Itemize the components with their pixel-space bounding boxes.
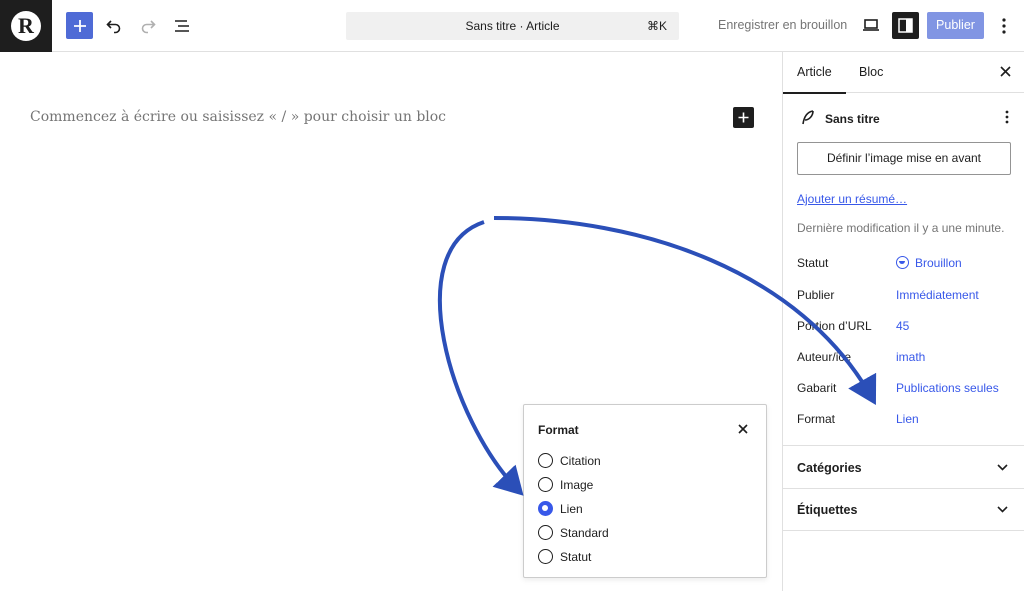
settings-sidebar-toggle[interactable] xyxy=(892,12,919,39)
categories-panel-toggle[interactable]: Catégories xyxy=(797,461,862,475)
sidebar-icon xyxy=(898,18,913,33)
status-label: Statut xyxy=(797,256,829,270)
undo-icon xyxy=(106,20,121,34)
feather-icon xyxy=(802,110,814,125)
chevron-down-icon[interactable] xyxy=(997,506,1008,513)
publish-label: Publier xyxy=(797,288,835,302)
featured-image-button[interactable]: Définir l’image mise en avant xyxy=(797,142,1011,175)
plus-icon xyxy=(738,112,749,123)
document-title: Sans titre · Article xyxy=(465,19,560,33)
publish-button[interactable]: Publier xyxy=(927,12,984,39)
redo-button[interactable] xyxy=(136,14,160,38)
options-menu-button[interactable] xyxy=(992,14,1016,38)
add-block-button[interactable] xyxy=(733,107,754,128)
divider xyxy=(783,530,1024,531)
last-modified-text: Dernière modification il y a une minute. xyxy=(797,221,1005,235)
settings-sidebar: Article Bloc Sans titre Définir l’image … xyxy=(782,52,1024,591)
tab-block[interactable]: Bloc xyxy=(859,65,883,79)
close-icon xyxy=(738,424,748,434)
tab-article[interactable]: Article xyxy=(783,65,846,94)
editor-header: R Sans titre · Article ⌘K Enregistrer en… xyxy=(0,0,1024,52)
format-label: Format xyxy=(797,412,836,426)
post-actions-button[interactable] xyxy=(1005,110,1009,127)
document-overview-button[interactable] xyxy=(170,14,194,38)
list-view-icon xyxy=(175,20,189,32)
radio-button[interactable] xyxy=(538,525,553,540)
divider xyxy=(783,488,1024,489)
sidebar-tabs: Article Bloc xyxy=(783,52,1024,94)
slug-value[interactable]: 45 xyxy=(896,319,909,333)
option-label: Standard xyxy=(560,526,609,540)
chevron-down-icon[interactable] xyxy=(997,464,1008,471)
template-label: Gabarit xyxy=(797,381,837,395)
arrow-to-lien-option xyxy=(438,220,524,496)
popover-title: Format xyxy=(538,423,579,437)
status-value-text: Brouillon xyxy=(915,256,962,270)
tags-panel-toggle[interactable]: Étiquettes xyxy=(797,503,857,517)
format-value[interactable]: Lien xyxy=(896,412,919,426)
logo-icon: R xyxy=(11,11,41,41)
more-vertical-icon xyxy=(1005,110,1009,124)
radio-button[interactable] xyxy=(538,453,553,468)
option-label: Statut xyxy=(560,550,592,564)
more-vertical-icon xyxy=(1002,18,1006,34)
close-popover-button[interactable] xyxy=(738,421,748,437)
publish-value[interactable]: Immédiatement xyxy=(896,288,979,302)
divider xyxy=(783,445,1024,446)
radio-button[interactable] xyxy=(538,477,553,492)
post-title: Sans titre xyxy=(825,112,880,126)
close-sidebar-button[interactable] xyxy=(1000,64,1011,81)
author-value[interactable]: imath xyxy=(896,350,925,364)
slug-label: Portion d’URL xyxy=(797,319,872,333)
post-card: Sans titre xyxy=(797,110,1011,130)
save-draft-button[interactable]: Enregistrer en brouillon xyxy=(718,18,847,32)
laptop-icon xyxy=(863,19,879,31)
redo-icon xyxy=(141,20,156,34)
format-popover: Format Citation Image Lien Standard Stat… xyxy=(523,404,767,578)
command-shortcut: ⌘K xyxy=(646,19,667,33)
document-title-bar[interactable]: Sans titre · Article ⌘K xyxy=(346,12,679,40)
editor-placeholder[interactable]: Commencez à écrire ou saisissez « / » po… xyxy=(30,109,446,125)
block-inserter-button[interactable] xyxy=(66,12,93,39)
template-value[interactable]: Publications seules xyxy=(896,381,999,395)
option-label: Citation xyxy=(560,454,601,468)
radio-button[interactable] xyxy=(538,549,553,564)
draft-status-icon xyxy=(896,256,909,269)
status-value[interactable]: Brouillon xyxy=(896,256,962,270)
option-label: Image xyxy=(560,478,594,492)
undo-button[interactable] xyxy=(102,14,126,38)
author-label: Auteur/ice xyxy=(797,350,852,364)
add-excerpt-link[interactable]: Ajouter un résumé… xyxy=(797,192,907,206)
radio-button-checked[interactable] xyxy=(538,501,553,516)
preview-button[interactable] xyxy=(859,13,883,37)
option-label: Lien xyxy=(560,502,583,516)
close-icon xyxy=(1000,66,1011,77)
plus-icon xyxy=(73,19,86,32)
site-logo[interactable]: R xyxy=(0,0,52,52)
